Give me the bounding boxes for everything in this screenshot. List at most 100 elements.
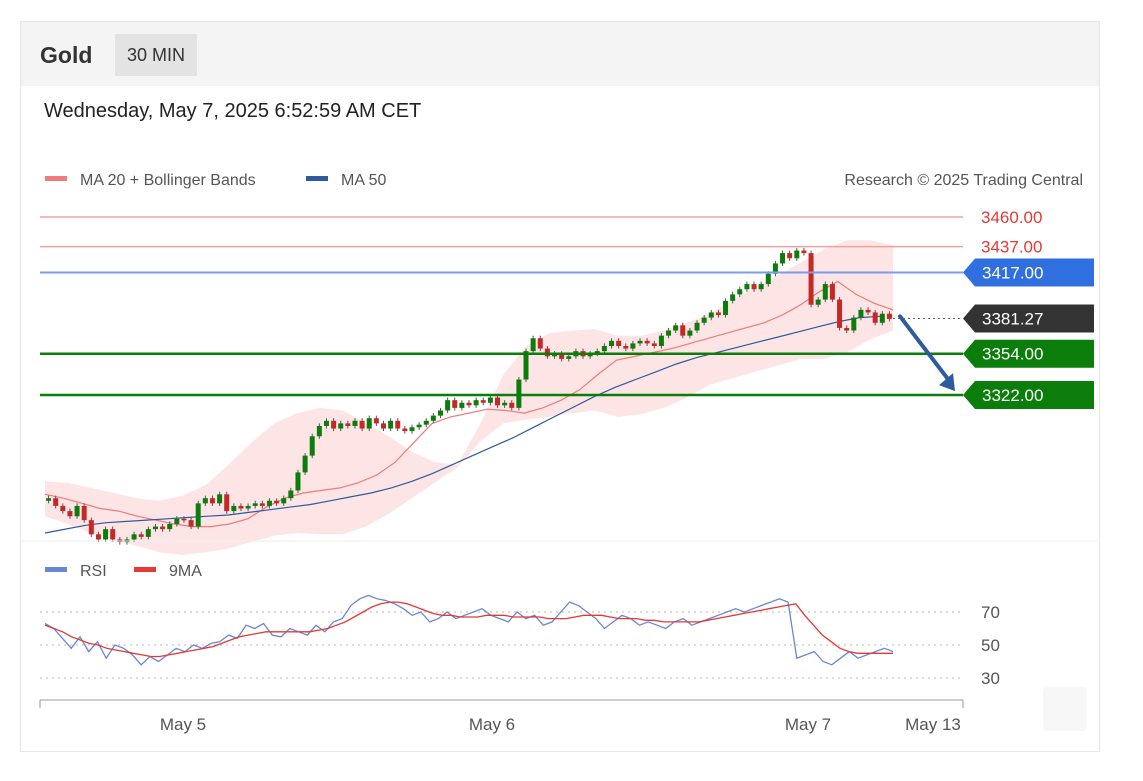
candle [708, 312, 714, 318]
rsi-ma-legend-swatch [134, 567, 156, 572]
rsi-tick-label: 70 [981, 603, 1000, 622]
candle [630, 343, 636, 349]
candle [231, 505, 237, 512]
candle [437, 410, 443, 416]
candle [174, 518, 180, 524]
candle [530, 338, 536, 352]
candle [566, 356, 572, 359]
candle [323, 420, 329, 426]
candle [509, 402, 515, 408]
candle [423, 420, 429, 425]
main-plot-area [44, 240, 894, 555]
candle [687, 330, 693, 336]
resistance-label: 3460.00 [981, 208, 1042, 227]
candle [88, 520, 94, 535]
candle [516, 379, 522, 408]
candle [787, 253, 793, 259]
candle [188, 520, 194, 527]
ma50-legend-label: MA 50 [341, 172, 386, 189]
price-chart: MA 20 + Bollinger Bands MA 50 Research ©… [20, 172, 1098, 734]
candle [46, 498, 52, 501]
candle [167, 523, 173, 530]
candle [829, 284, 835, 300]
candle [523, 351, 529, 380]
candle [60, 505, 66, 512]
candle [544, 348, 550, 357]
candle [730, 294, 736, 301]
candle [373, 418, 379, 424]
ma50-legend-swatch [306, 176, 328, 181]
candle [744, 284, 750, 290]
candle [352, 420, 358, 426]
candle [266, 500, 272, 506]
rsi-legend-label: RSI [80, 563, 107, 580]
candle [751, 284, 757, 290]
x-axis: May 5 May 6 May 7 May 13 [39, 699, 964, 734]
candle [274, 500, 280, 504]
candle [366, 418, 372, 429]
rsi-ma-legend-label: 9MA [169, 563, 202, 580]
current-label: 3381.27 [982, 310, 1043, 329]
candle [95, 534, 101, 540]
candle [765, 273, 771, 285]
candle [195, 503, 201, 527]
copyright-label: Research © 2025 Trading Central [844, 172, 1083, 189]
candle [644, 340, 650, 344]
main-legend: MA 20 + Bollinger Bands MA 50 Research ©… [45, 172, 1083, 189]
candle [480, 400, 486, 403]
candle [409, 427, 415, 432]
candle [502, 402, 508, 406]
candle [872, 312, 878, 323]
candle [395, 420, 401, 429]
candle [74, 505, 80, 517]
candle [837, 299, 843, 328]
rsi-legend-swatch [45, 567, 67, 572]
ma20-legend-swatch [45, 176, 67, 181]
candle [110, 529, 116, 540]
x-tick-label: May 5 [160, 715, 206, 734]
candle [758, 284, 764, 290]
candle [723, 300, 729, 316]
candle [209, 498, 215, 504]
candle [131, 534, 137, 540]
candle [259, 503, 265, 506]
candle [331, 420, 337, 429]
candle [822, 284, 828, 300]
candle [715, 312, 721, 316]
candle [345, 423, 351, 426]
candle [145, 529, 151, 537]
candle [701, 317, 707, 323]
candle [601, 345, 607, 352]
candle [295, 472, 301, 491]
candle [879, 313, 885, 323]
candle [537, 338, 543, 349]
candle [673, 325, 679, 331]
candle [616, 340, 622, 346]
forecast-arrow-shaft [898, 314, 953, 386]
x-tick-label: May 6 [469, 715, 515, 734]
candle [452, 400, 458, 408]
candle [416, 424, 422, 428]
candle [459, 402, 465, 408]
candle [160, 526, 166, 530]
candle [245, 505, 251, 509]
candle [794, 250, 800, 259]
candle [338, 423, 344, 429]
candle [53, 498, 59, 506]
candle [388, 420, 394, 429]
candle [430, 415, 436, 421]
candle [181, 518, 187, 521]
candle [808, 253, 814, 305]
candle [666, 330, 672, 336]
candle [309, 436, 315, 456]
candle [495, 397, 501, 406]
bollinger-band [45, 240, 893, 555]
pivot-label: 3417.00 [982, 263, 1043, 282]
candle [252, 503, 258, 506]
candle [637, 340, 643, 344]
rsi-plot-area: 70 50 30 [40, 594, 1000, 688]
candle [281, 498, 287, 504]
candle [737, 289, 743, 295]
candle [288, 490, 294, 499]
candle [844, 327, 850, 331]
